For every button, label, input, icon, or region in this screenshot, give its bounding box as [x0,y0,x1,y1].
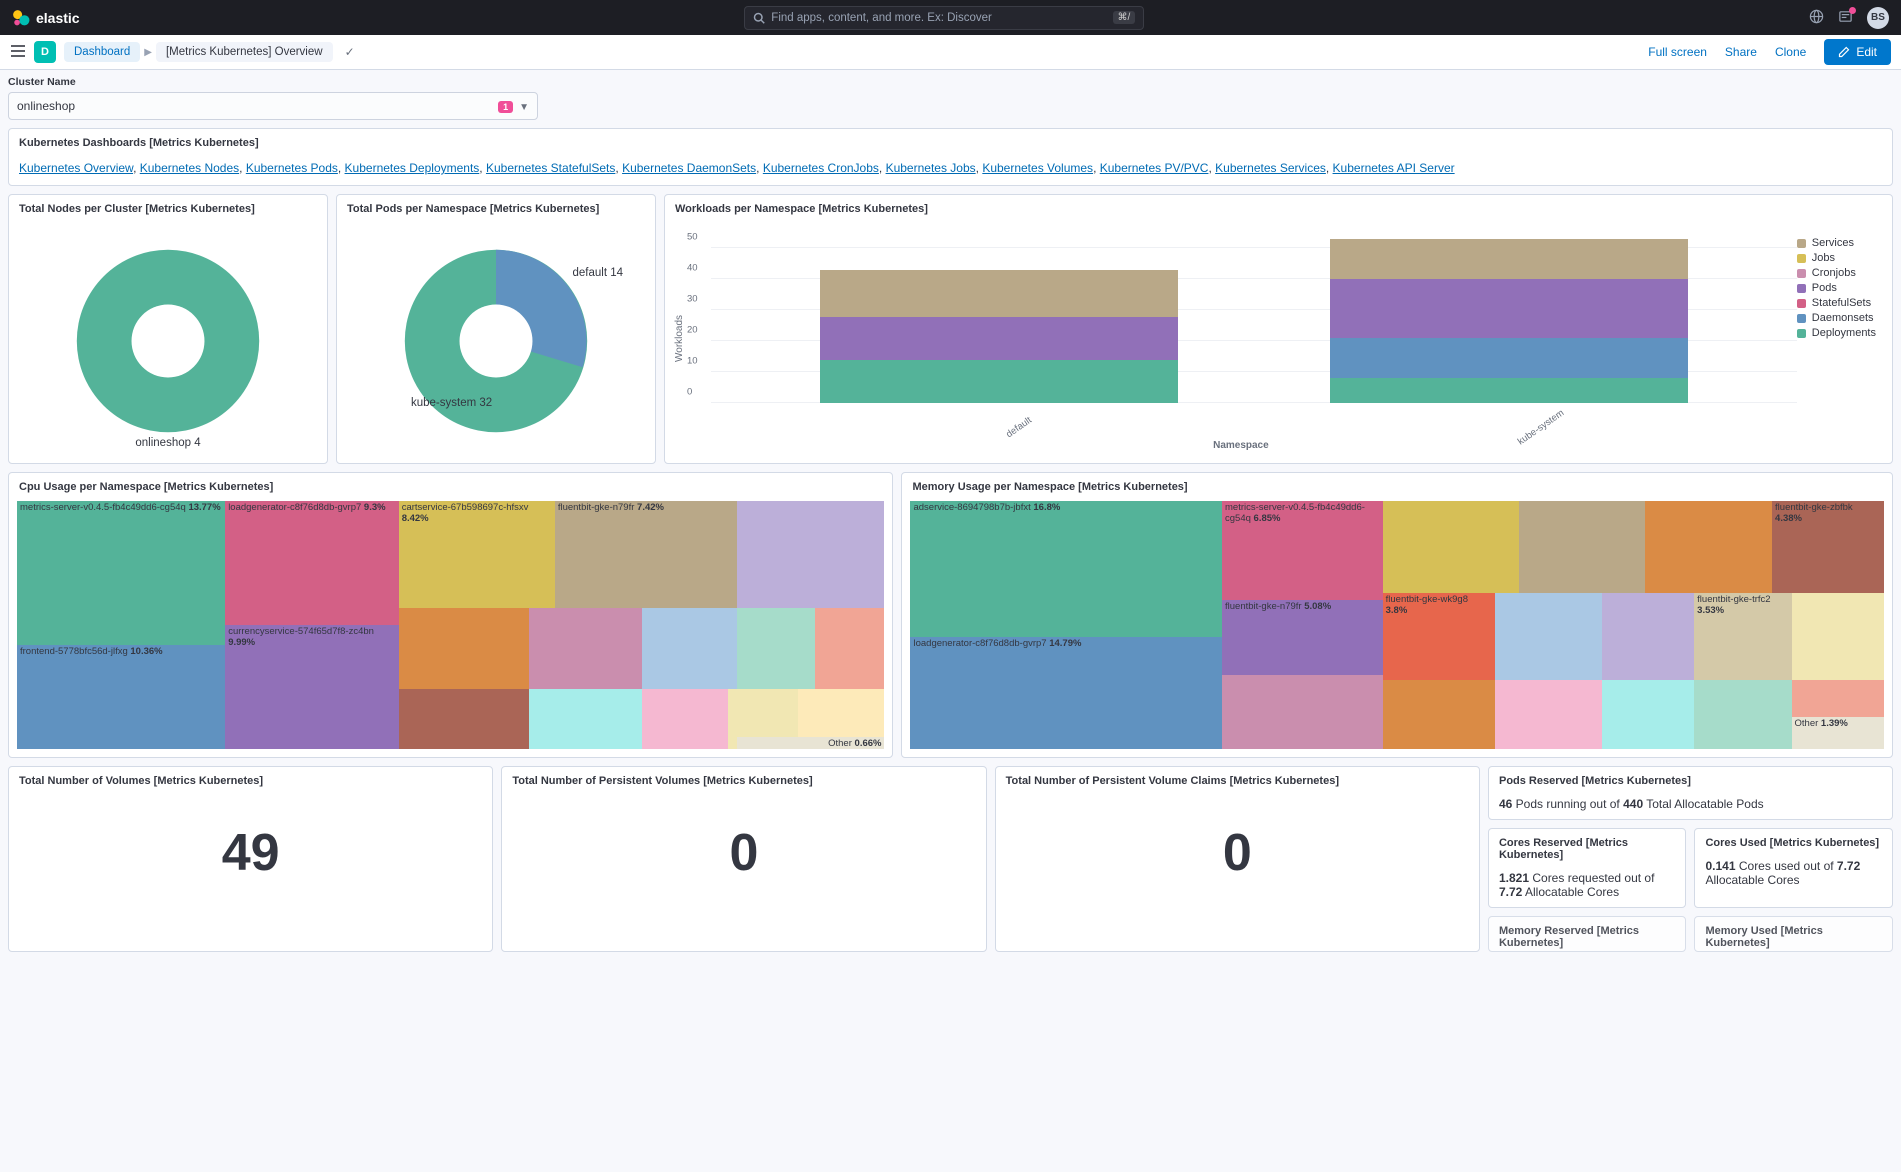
topnav: elastic Find apps, content, and more. Ex… [0,0,1901,35]
app-badge[interactable]: D [34,41,56,63]
panel-title: Memory Usage per Namespace [Metrics Kube… [902,473,1892,501]
filter-badge: 1 [498,101,513,113]
breadcrumb-dashboard[interactable]: Dashboard [64,42,140,62]
chevron-down-icon: ▼ [519,102,529,113]
nav-toggle[interactable] [10,44,26,61]
pvc-value: 0 [996,795,1479,893]
subheader: D Dashboard ▶ [Metrics Kubernetes] Overv… [0,35,1901,70]
panel-title: Total Number of Persistent Volume Claims… [996,767,1479,795]
chevron-right-icon: ▶ [144,47,152,58]
panel-title: Cores Used [Metrics Kubernetes] [1695,829,1892,857]
panel-cores-used: Cores Used [Metrics Kubernetes] 0.141 Co… [1694,828,1893,908]
edit-button[interactable]: Edit [1824,39,1891,65]
link-cronjobs[interactable]: Kubernetes CronJobs [763,161,879,175]
link-apiserver[interactable]: Kubernetes API Server [1333,161,1455,175]
panel-dash-links: Kubernetes Dashboards [Metrics Kubernete… [8,128,1893,186]
volumes-value: 49 [9,795,492,893]
panel-cpu: Cpu Usage per Namespace [Metrics Kuberne… [8,472,893,758]
panel-title: Memory Reserved [Metrics Kubernetes] [1489,917,1686,951]
mem-treemap: adservice-8694798b7b-jbfxt 16.8% loadgen… [910,501,1884,749]
panel-title: Cores Reserved [Metrics Kubernetes] [1489,829,1686,869]
pods-donut [366,227,626,455]
search-icon [753,12,765,24]
fullscreen-link[interactable]: Full screen [1648,45,1707,59]
pods-default-label: default 14 [572,267,623,279]
panel-cores-reserved: Cores Reserved [Metrics Kubernetes] 1.82… [1488,828,1687,908]
logo[interactable]: elastic [12,9,80,27]
link-jobs[interactable]: Kubernetes Jobs [886,161,976,175]
newsfeed-icon[interactable] [1838,9,1853,27]
link-services[interactable]: Kubernetes Services [1215,161,1326,175]
breadcrumb-current[interactable]: [Metrics Kubernetes] Overview [156,42,333,62]
link-statefulsets[interactable]: Kubernetes StatefulSets [486,161,615,175]
dash-links-body: Kubernetes Overview, Kubernetes Nodes, K… [9,157,1892,185]
y-axis-label: Workloads [671,229,685,447]
panel-nodes: Total Nodes per Cluster [Metrics Kuberne… [8,194,328,464]
saved-check-icon: ✓ [345,45,355,59]
link-overview[interactable]: Kubernetes Overview [19,161,133,175]
pods-kube-label: kube-system 32 [411,397,492,409]
pencil-icon [1838,46,1850,58]
xtick-default: default [1004,415,1034,440]
panel-workloads: Workloads per Namespace [Metrics Kuberne… [664,194,1893,464]
global-search[interactable]: Find apps, content, and more. Ex: Discov… [744,6,1144,30]
cores-used-text: 0.141 Cores used out of 7.72 Allocatable… [1695,857,1892,895]
globe-icon[interactable] [1809,9,1824,27]
cpu-treemap: metrics-server-v0.4.5-fb4c49dd6-cg54q 13… [17,501,884,749]
share-link[interactable]: Share [1725,45,1757,59]
elastic-logo-icon [12,9,30,27]
panel-pods-reserved: Pods Reserved [Metrics Kubernetes] 46 Po… [1488,766,1893,820]
link-volumes[interactable]: Kubernetes Volumes [982,161,1093,175]
panel-title: Total Number of Persistent Volumes [Metr… [502,767,985,795]
panel-volumes: Total Number of Volumes [Metrics Kuberne… [8,766,493,952]
panel-title: Pods Reserved [Metrics Kubernetes] [1489,767,1892,795]
nodes-donut [38,227,298,455]
filterbar: Cluster Name onlineshop 1 ▼ [0,70,1901,120]
panel-title: Kubernetes Dashboards [Metrics Kubernete… [9,129,1892,157]
panel-pvc: Total Number of Persistent Volume Claims… [995,766,1480,952]
search-placeholder: Find apps, content, and more. Ex: Discov… [771,12,1106,24]
panel-pv: Total Number of Persistent Volumes [Metr… [501,766,986,952]
workloads-legend: Services Jobs Cronjobs Pods StatefulSets… [1797,229,1886,447]
pods-reserved-text: 46 Pods running out of 440 Total Allocat… [1489,795,1892,819]
bars-area: 0 10 20 30 40 50 [685,229,1797,447]
panel-pods-ns: Total Pods per Namespace [Metrics Kubern… [336,194,656,464]
filter-label: Cluster Name [8,76,1893,88]
link-pvpvc[interactable]: Kubernetes PV/PVC [1100,161,1209,175]
panel-title: Memory Used [Metrics Kubernetes] [1695,917,1892,951]
link-nodes[interactable]: Kubernetes Nodes [140,161,239,175]
pv-value: 0 [502,795,985,893]
search-kbd: ⌘/ [1113,11,1136,24]
nodes-label: onlineshop 4 [135,437,200,449]
panel-title: Total Number of Volumes [Metrics Kuberne… [9,767,492,795]
panel-title: Total Nodes per Cluster [Metrics Kuberne… [9,195,327,223]
panel-mem-reserved: Memory Reserved [Metrics Kubernetes] [1488,916,1687,952]
panel-title: Cpu Usage per Namespace [Metrics Kuberne… [9,473,892,501]
link-daemonsets[interactable]: Kubernetes DaemonSets [622,161,756,175]
panel-title: Workloads per Namespace [Metrics Kuberne… [665,195,1892,223]
panel-mem-used: Memory Used [Metrics Kubernetes] [1694,916,1893,952]
clone-link[interactable]: Clone [1775,45,1806,59]
user-avatar[interactable]: BS [1867,7,1889,29]
cores-reserved-text: 1.821 Cores requested out of 7.72 Alloca… [1489,869,1686,907]
panel-mem: Memory Usage per Namespace [Metrics Kube… [901,472,1893,758]
link-pods[interactable]: Kubernetes Pods [246,161,338,175]
panel-title: Total Pods per Namespace [Metrics Kubern… [337,195,655,223]
filter-value: onlineshop [17,99,75,113]
x-axis-label: Namespace [685,440,1797,451]
link-deployments[interactable]: Kubernetes Deployments [345,161,480,175]
logo-text: elastic [36,10,80,26]
cluster-filter[interactable]: onlineshop 1 ▼ [8,92,538,120]
